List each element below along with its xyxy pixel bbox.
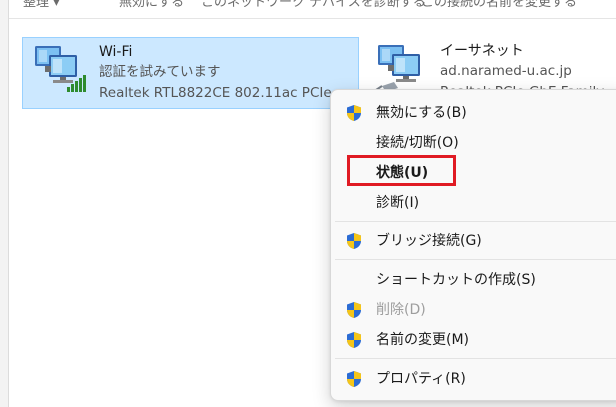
menu-item-diagnose[interactable]: 診断(I) — [335, 188, 616, 218]
disable-device-button[interactable]: 無効にする — [119, 0, 184, 10]
menu-item-label: 名前の変更(M) — [376, 332, 470, 348]
adapter-name: Wi-Fi — [99, 44, 133, 60]
adapter-status: ad.naramed-u.ac.jp — [440, 63, 572, 79]
diagnose-button[interactable]: このネットワーク デバイスを診断する — [201, 0, 426, 10]
menu-item-label: 無効にする(B) — [376, 105, 467, 121]
network-connections-window: 整理 ▾ 無効にする このネットワーク デバイスを診断する この接続の名前を変更… — [0, 0, 616, 407]
menu-item-create-shortcut[interactable]: ショートカットの作成(S) — [335, 265, 616, 295]
adapter-name: イーサネット — [440, 43, 524, 59]
uac-shield-icon — [347, 371, 361, 387]
menu-item-label: ブリッジ接続(G) — [376, 233, 482, 249]
menu-separator — [335, 259, 616, 260]
menu-item-label: ショートカットの作成(S) — [376, 272, 536, 288]
uac-shield-icon — [347, 332, 361, 348]
menu-item-label: 接続/切断(O) — [376, 135, 459, 151]
uac-shield-icon — [347, 233, 361, 249]
menu-item-label: 削除(D) — [376, 302, 426, 318]
organize-menu[interactable]: 整理 ▾ — [23, 0, 60, 10]
menu-item-connect-disconnect[interactable]: 接続/切断(O) — [335, 128, 616, 158]
wifi-adapter-tile[interactable]: Wi-Fi 認証を試みています Realtek RTL8822CE 802.11… — [22, 37, 359, 109]
uac-shield-icon — [347, 302, 361, 318]
menu-separator — [335, 358, 616, 359]
uac-shield-icon — [347, 105, 361, 121]
menu-separator — [335, 221, 616, 222]
menu-item-properties[interactable]: プロパティ(R) — [335, 364, 616, 394]
menu-item-disable[interactable]: 無効にする(B) — [335, 98, 616, 128]
adapter-status: 認証を試みています — [99, 64, 221, 80]
status-highlight-box — [347, 155, 456, 186]
menu-item-label: 診断(I) — [376, 195, 420, 211]
context-menu: 無効にする(B) 接続/切断(O) 状態(U) 診断(I) ブリッジ接続(G) … — [330, 89, 616, 401]
navigation-pane-edge — [0, 0, 9, 407]
menu-item-delete: 削除(D) — [335, 295, 616, 325]
ethernet-adapter-icon — [374, 42, 432, 94]
menu-item-label: プロパティ(R) — [376, 371, 466, 387]
menu-item-rename[interactable]: 名前の変更(M) — [335, 325, 616, 355]
menu-item-bridge[interactable]: ブリッジ接続(G) — [335, 226, 616, 256]
rename-button[interactable]: この接続の名前を変更する — [421, 0, 577, 10]
wifi-adapter-icon — [31, 43, 89, 95]
command-bar: 整理 ▾ 無効にする このネットワーク デバイスを診断する この接続の名前を変更… — [9, 0, 616, 19]
